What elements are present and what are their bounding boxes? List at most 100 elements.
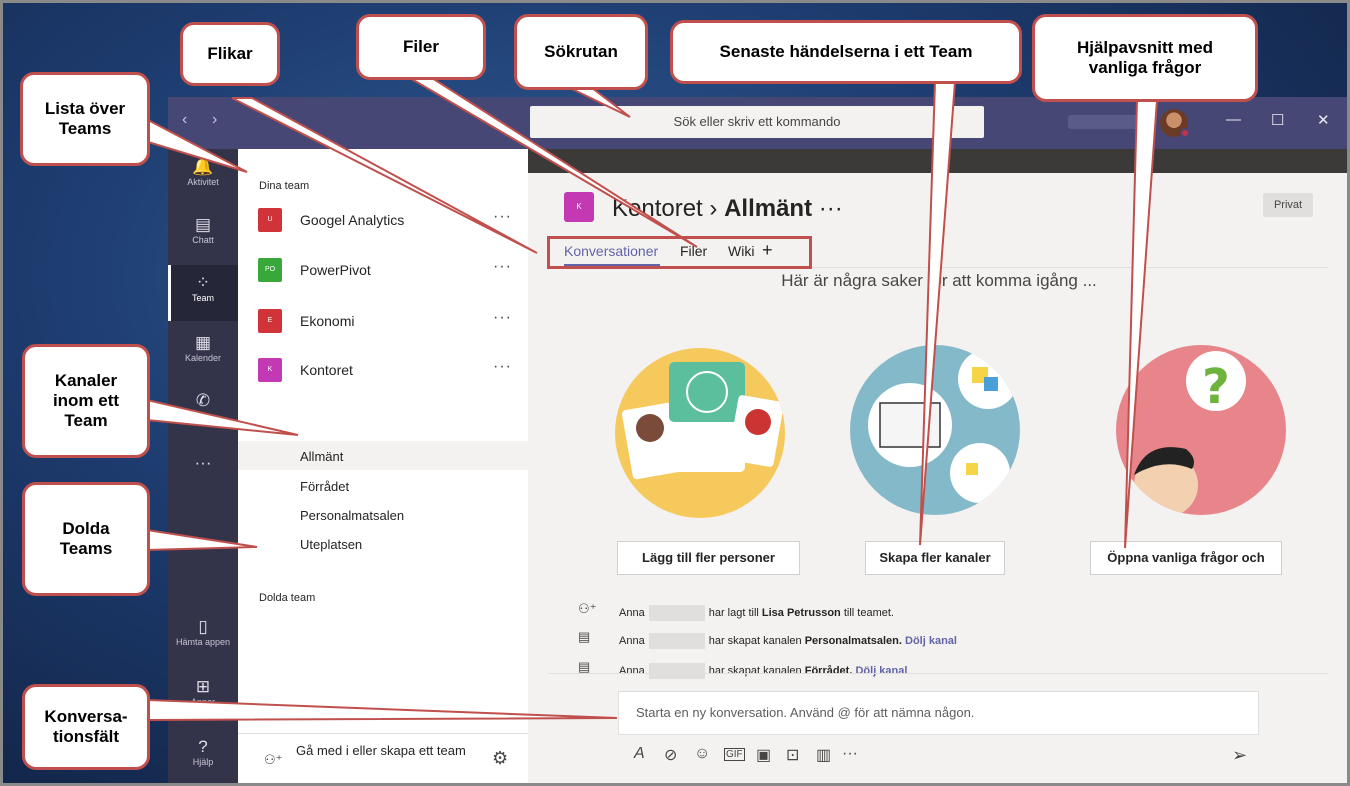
team-name: Kontoret	[612, 195, 703, 222]
forward-icon[interactable]: ›	[212, 111, 217, 129]
team-tile: K	[258, 358, 282, 382]
status-icon	[1180, 128, 1190, 138]
activity-item: Anna har lagt till Lisa Petrusson till te…	[619, 605, 894, 621]
tab-wiki[interactable]: Wiki	[728, 243, 754, 259]
callout-senaste: Senaste händelserna i ett Team	[670, 20, 1022, 84]
back-icon[interactable]: ‹	[182, 111, 187, 129]
teams-window: ‹ › Sök eller skriv ett kommando — ☐ ✕ 🔔…	[168, 97, 1350, 786]
channel-item[interactable]: Uteplatsen	[300, 537, 362, 552]
svg-text:?: ?	[1202, 359, 1230, 415]
active-tab-indicator	[564, 264, 660, 266]
rail-label: Team	[191, 293, 214, 303]
mobile-icon: ▯	[198, 617, 208, 636]
more-icon[interactable]: ···	[493, 309, 512, 327]
compose-input[interactable]: Starta en ny konversation. Använd @ för …	[618, 691, 1259, 735]
channel-created-icon: ▤	[578, 629, 591, 644]
search-input[interactable]: Sök eller skriv ett kommando	[530, 106, 984, 138]
avatar[interactable]	[1160, 109, 1190, 138]
more-icon[interactable]: ···	[493, 358, 512, 376]
getting-started-heading: Här är några saker för att komma igång .…	[781, 271, 1097, 290]
join-team-link[interactable]: Gå med i eller skapa ett team	[296, 742, 466, 760]
rail-item-chat[interactable]: ▤ Chatt	[168, 207, 238, 263]
open-faq-button[interactable]: Öppna vanliga frågor och	[1090, 541, 1282, 575]
hidden-teams-label[interactable]: Dolda team	[259, 592, 315, 604]
channels-illustration	[850, 345, 1020, 515]
gear-icon[interactable]: ⚙	[492, 748, 508, 769]
app-rail: 🔔 Aktivitet ▤ Chatt ⁘ Team ▦ Kalender ✆ ··· …	[168, 149, 238, 786]
rail-item-calendar[interactable]: ▦ Kalender	[168, 325, 238, 381]
user-name-redacted	[648, 663, 705, 679]
activity-user: Anna	[619, 664, 645, 677]
channels-illustration	[868, 349, 1018, 503]
hide-channel-link[interactable]: Dölj kanal	[905, 635, 957, 647]
privacy-badge: Privat	[1263, 193, 1313, 217]
attach-icon[interactable]: ⊘	[664, 745, 677, 765]
more-icon[interactable]: ···	[493, 208, 512, 226]
activity-object: Personalmatsalen.	[804, 634, 902, 647]
rail-item-activity[interactable]: 🔔 Aktivitet	[168, 149, 238, 205]
trello-icon[interactable]: ▥	[816, 745, 831, 765]
rail-label: Appar	[190, 697, 216, 707]
activity-text: har skapat kanalen	[708, 634, 802, 647]
channel-title: Kontoret › Allmänt ···	[612, 195, 843, 223]
rail-item-calls[interactable]: ✆	[168, 383, 238, 439]
divider	[548, 267, 1328, 268]
more-icon[interactable]: ···	[493, 258, 512, 276]
more-icon[interactable]: ···	[819, 195, 843, 222]
hide-channel-link[interactable]: Dölj kanal	[855, 665, 907, 677]
channel-item[interactable]: Förrådet	[300, 479, 349, 494]
callout-dolda: Dolda Teams	[22, 482, 150, 596]
send-icon[interactable]: ➢	[1232, 745, 1247, 766]
activity-object: Lisa Petrusson	[761, 606, 841, 619]
your-teams-label: Dina team	[259, 180, 310, 192]
team-item[interactable]: K Kontoret ···	[258, 355, 520, 385]
rail-item-teams[interactable]: ⁘ Team	[168, 265, 238, 321]
team-name: Kontoret	[300, 362, 353, 378]
callout-kanaler: Kanaler inom ett Team	[22, 344, 150, 458]
add-people-button[interactable]: Lägg till fler personer	[617, 541, 800, 575]
active-channel-highlight	[238, 441, 528, 470]
apps-icon: ⊞	[195, 677, 211, 696]
sticker-icon[interactable]: ▣	[756, 745, 771, 765]
team-tile: PO	[258, 258, 282, 282]
maximize-icon[interactable]: ☐	[1271, 111, 1284, 129]
rail-label: Hjälp	[192, 757, 214, 767]
add-tab-button[interactable]: +	[762, 240, 773, 261]
chat-icon: ▤	[194, 215, 212, 234]
header-strip	[528, 149, 1350, 173]
callout-flikar: Flikar	[180, 22, 280, 86]
format-icon[interactable]: A	[634, 745, 645, 763]
rail-item-more[interactable]: ···	[168, 445, 238, 501]
gif-icon[interactable]: GIF	[724, 748, 745, 761]
team-name: PowerPivot	[300, 262, 371, 278]
team-item[interactable]: E Ekonomi ···	[258, 306, 520, 336]
rail-label: Chatt	[192, 235, 214, 245]
team-item[interactable]: U Googel Analytics ···	[258, 205, 520, 235]
rail-item-help[interactable]: ? Hjälp	[168, 729, 238, 785]
join-team-bar: ⚇⁺ Gå med i eller skapa ett team ⚙	[238, 733, 528, 786]
minimize-icon[interactable]: —	[1226, 111, 1241, 128]
add-person-icon: ⚇⁺	[578, 601, 597, 616]
activity-object: Förrådet.	[804, 664, 853, 677]
channel-item[interactable]: Personalmatsalen	[300, 508, 404, 523]
callout-lista: Lista över Teams	[20, 72, 150, 166]
teams-list-panel: Dina team U Googel Analytics ··· PO PowerPi…	[238, 149, 528, 786]
help-icon: ?	[198, 737, 208, 756]
channel-name: Allmänt	[724, 195, 813, 222]
callout-filer: Filer	[356, 14, 486, 80]
team-item[interactable]: PO PowerPivot ···	[258, 255, 520, 285]
rail-item-apps[interactable]: ⊞ Appar	[168, 669, 238, 725]
channel-item[interactable]: Allmänt	[300, 449, 343, 464]
emoji-icon[interactable]: ☺	[694, 745, 710, 763]
faq-illustration: ?	[1134, 351, 1246, 515]
tab-conversations[interactable]: Konversationer	[564, 243, 658, 259]
tab-files[interactable]: Filer	[680, 243, 707, 259]
rail-label: Hämta appen	[175, 637, 231, 647]
meet-icon[interactable]: ⊡	[786, 745, 799, 765]
user-name-redacted	[1068, 115, 1138, 129]
create-channels-button[interactable]: Skapa fler kanaler	[865, 541, 1005, 575]
close-icon[interactable]: ✕	[1317, 111, 1330, 129]
team-tile: E	[258, 309, 282, 333]
rail-item-get-app[interactable]: ▯ Hämta appen	[168, 609, 238, 665]
more-icon[interactable]: ···	[842, 745, 858, 763]
